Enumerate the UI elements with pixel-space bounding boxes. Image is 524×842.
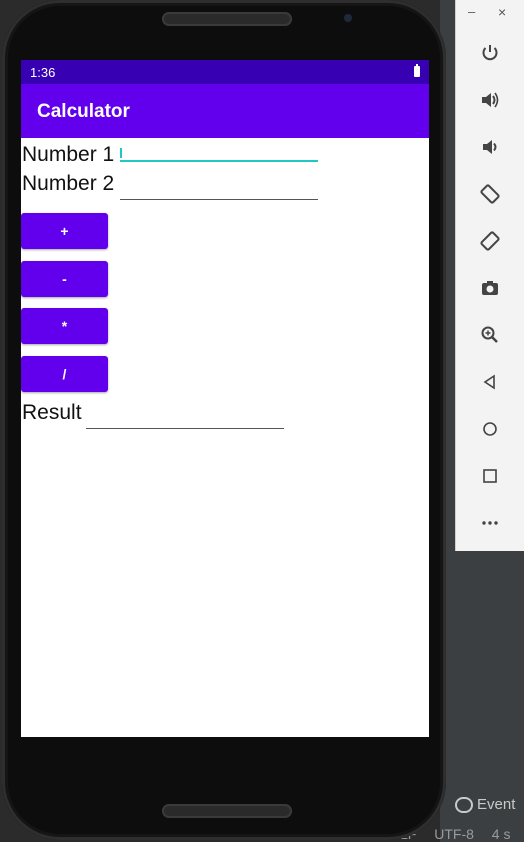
overview-icon[interactable] [476,462,504,490]
number2-label: Number 2 [22,172,115,195]
number2-input[interactable] [120,169,318,200]
zoom-icon[interactable] [476,321,504,349]
volume-up-icon[interactable] [476,86,504,114]
battery-full-icon [414,64,420,77]
front-camera [344,14,352,22]
more-icon[interactable] [476,509,504,537]
emulator-toolbar: – × [455,0,524,551]
toolbar-window-controls: – × [456,4,524,24]
camera-icon[interactable] [476,274,504,302]
subtract-button[interactable]: - [21,261,108,297]
back-icon[interactable] [476,368,504,396]
calculator-form: Number 1 Number 2 + - * / Result [21,138,429,737]
bottom-speaker [162,804,292,818]
device-screen: 1:36 Calculator Number 1 Number 2 + - * … [21,60,429,737]
top-speaker [162,12,292,26]
result-label: Result [22,401,82,424]
number1-input[interactable] [120,130,318,162]
app-title: Calculator [37,101,130,122]
minimize-icon[interactable]: – [468,4,475,19]
status-time: 1:36 [30,65,56,80]
text-cursor [120,148,122,158]
indent-indicator[interactable]: 4 s [492,826,511,842]
add-button[interactable]: + [21,213,108,249]
home-icon[interactable] [476,415,504,443]
rotate-left-icon[interactable] [476,180,504,208]
encoding-indicator[interactable]: UTF-8 [434,826,474,842]
event-log-button[interactable]: Event [455,796,515,813]
multiply-button[interactable]: * [21,308,108,344]
result-field[interactable] [86,398,284,429]
number1-label: Number 1 [22,143,115,166]
status-bar: 1:36 [21,60,429,84]
event-log-icon [455,796,473,813]
close-icon[interactable]: × [498,4,506,20]
volume-down-icon[interactable] [476,133,504,161]
power-icon[interactable] [476,39,504,67]
divide-button[interactable]: / [21,356,108,392]
event-log-label: Event [477,796,516,813]
rotate-right-icon[interactable] [476,227,504,255]
